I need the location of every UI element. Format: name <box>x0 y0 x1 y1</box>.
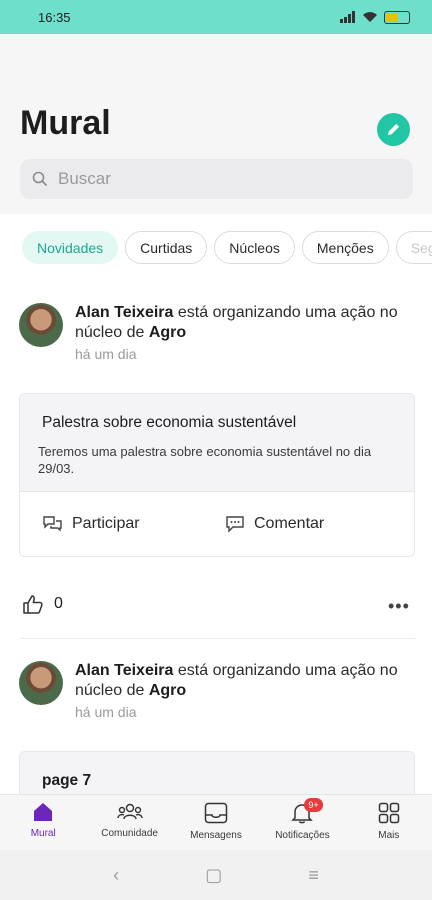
status-time: 16:35 <box>38 9 71 25</box>
post-time: há um dia <box>75 346 137 362</box>
chip-seg[interactable]: Seg <box>395 231 432 264</box>
event-title: page 7 <box>42 772 92 789</box>
event-card-body: page 7 <box>20 752 414 794</box>
page-title: Mural <box>20 104 111 142</box>
tab-notificacoes[interactable]: 9+ Notificações <box>259 795 345 850</box>
tab-mural[interactable]: Mural <box>0 795 86 850</box>
status-icons <box>340 10 410 24</box>
chip-curtidas[interactable]: Curtidas <box>125 231 208 264</box>
event-card-body: Palestra sobre economia sustentável Tere… <box>20 394 414 492</box>
system-nav-bar: ‹ ▢ ≡ <box>0 850 432 900</box>
avatar[interactable] <box>19 661 63 705</box>
inbox-icon <box>204 802 228 824</box>
comment-icon <box>226 516 244 533</box>
compose-button[interactable] <box>377 113 410 146</box>
feed: Novidades Curtidas Núcleos Menções Seg A… <box>0 214 432 794</box>
tab-label: Mensagens <box>190 830 242 841</box>
recents-icon[interactable]: ≡ <box>308 865 319 886</box>
event-title: Palestra sobre economia sustentável <box>42 414 297 431</box>
event-description: Teremos uma palestra sobre economia sust… <box>38 444 372 476</box>
comment-button[interactable]: Comentar <box>225 515 408 533</box>
post-author[interactable]: Alan Teixeira <box>75 304 173 321</box>
divider <box>20 638 415 639</box>
pencil-icon <box>387 123 400 136</box>
event-card[interactable]: Palestra sobre economia sustentável Tere… <box>19 393 415 557</box>
tab-mais[interactable]: Mais <box>346 795 432 850</box>
event-card[interactable]: page 7 <box>19 751 415 794</box>
more-options-icon[interactable]: ••• <box>388 596 410 617</box>
wifi-icon <box>363 12 377 22</box>
thumbs-up-icon <box>23 595 43 614</box>
participate-button[interactable]: Participar <box>42 515 225 533</box>
post-author[interactable]: Alan Teixeira <box>75 662 173 679</box>
back-icon[interactable]: ‹ <box>113 865 119 886</box>
home-icon <box>34 803 53 821</box>
event-actions: Participar Comentar <box>20 492 414 556</box>
search-bar[interactable] <box>20 159 413 199</box>
post-group[interactable]: Agro <box>149 682 186 699</box>
tab-mensagens[interactable]: Mensagens <box>173 795 259 850</box>
bottom-tab-bar: Mural Comunidade Mensagens 9+ Notificaçõ… <box>0 794 432 850</box>
chip-novidades[interactable]: Novidades <box>22 231 119 264</box>
community-icon <box>116 803 143 820</box>
tab-label: Comunidade <box>101 828 158 839</box>
post-text: Alan Teixeira está organizando uma ação … <box>75 661 405 701</box>
avatar[interactable] <box>19 303 63 347</box>
participate-label: Participar <box>72 515 140 532</box>
search-icon <box>32 171 48 187</box>
signal-icon <box>340 11 355 23</box>
tab-comunidade[interactable]: Comunidade <box>86 795 172 850</box>
tab-label: Mural <box>30 828 56 839</box>
post-time: há um dia <box>75 704 137 720</box>
filter-chips: Novidades Curtidas Núcleos Menções Seg <box>22 231 432 264</box>
comment-label: Comentar <box>254 515 325 532</box>
tab-label: Notificações <box>275 830 330 841</box>
like-count: 0 <box>54 595 63 612</box>
tab-label: Mais <box>378 830 400 841</box>
search-input[interactable] <box>58 169 358 189</box>
header: Mural <box>0 34 432 214</box>
grid-icon <box>378 802 400 824</box>
chip-nucleos[interactable]: Núcleos <box>214 231 295 264</box>
like-control[interactable]: 0 <box>22 594 63 614</box>
home-square-icon[interactable]: ▢ <box>205 865 222 886</box>
post-text: Alan Teixeira está organizando uma ação … <box>75 303 405 343</box>
status-bar: 16:35 <box>0 0 432 34</box>
post-group[interactable]: Agro <box>149 324 186 341</box>
chip-mencoes[interactable]: Menções <box>301 231 389 264</box>
chat-bubbles-icon <box>43 516 62 532</box>
notification-badge: 9+ <box>304 798 323 812</box>
battery-icon <box>384 10 410 24</box>
